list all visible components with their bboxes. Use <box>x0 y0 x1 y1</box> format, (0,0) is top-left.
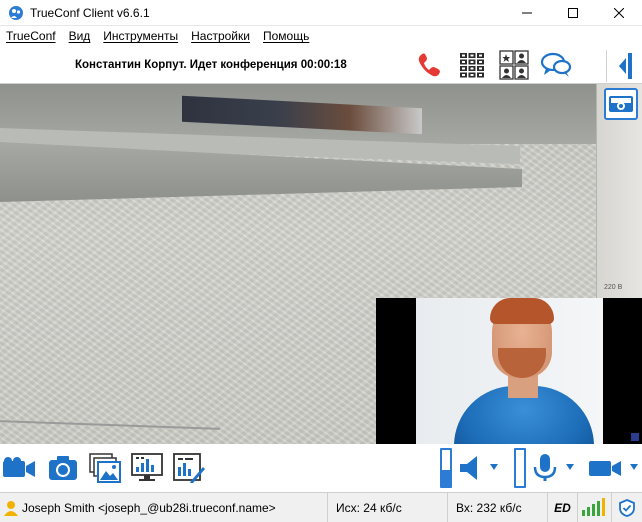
user-icon <box>4 500 18 516</box>
remote-video: 220 В <box>0 84 642 444</box>
chat-icon <box>540 52 572 77</box>
minimize-icon <box>522 12 532 14</box>
signal-bar <box>587 507 590 516</box>
menu-settings[interactable]: Настройки <box>191 29 250 43</box>
maximize-button[interactable] <box>550 0 596 26</box>
camera-switch-button[interactable] <box>604 88 638 120</box>
speaker-dropdown-icon[interactable] <box>490 464 498 470</box>
signal-bar <box>582 510 585 516</box>
participants-button[interactable] <box>498 50 530 80</box>
participants-icon <box>499 50 529 80</box>
menu-help[interactable]: Помощь <box>263 29 309 43</box>
camera-dropdown-icon[interactable] <box>630 464 638 470</box>
speaker-volume-level <box>442 469 450 486</box>
signal-bar <box>592 504 595 516</box>
title-bar: TrueConf Client v6.6.1 <box>0 0 642 26</box>
status-outgoing-cell: Исх: 24 кб/с <box>328 493 448 522</box>
conference-status: Константин Корпут. Идет конференция 00:0… <box>75 59 347 71</box>
mic-volume-slider[interactable] <box>514 448 526 488</box>
close-button[interactable] <box>596 0 642 26</box>
speaker-volume-slider[interactable] <box>440 448 452 488</box>
self-view-video <box>416 298 603 444</box>
self-view-resize-handle[interactable] <box>631 433 639 441</box>
status-user-cell: Joseph Smith <joseph_@ub28i.trueconf.nam… <box>0 493 328 522</box>
screen-share-icon <box>131 453 163 481</box>
camera-select-button[interactable] <box>588 452 622 484</box>
menu-bar: TrueConf Вид Инструменты Настройки Помощ… <box>0 26 642 46</box>
media-controls <box>0 444 642 492</box>
shield-icon <box>619 498 635 517</box>
camera-switch-icon <box>609 96 633 112</box>
maximize-icon <box>568 8 578 18</box>
status-outgoing-bitrate: Исх: 24 кб/с <box>336 500 402 515</box>
menu-tools[interactable]: Инструменты <box>103 29 178 43</box>
status-security-cell[interactable] <box>612 493 642 522</box>
status-quality: ED <box>554 500 571 515</box>
snapshot-button[interactable] <box>46 452 80 484</box>
hangup-button[interactable] <box>414 50 446 80</box>
camera-select-icon <box>589 461 621 476</box>
whiteboard-icon <box>173 453 205 483</box>
camera-toggle-button[interactable] <box>2 452 36 484</box>
status-incoming-cell: Вх: 232 кб/с <box>448 493 548 522</box>
menu-trueconf[interactable]: TrueConf <box>6 29 56 43</box>
hangup-phone-icon <box>418 53 440 77</box>
signal-strength-icon <box>582 493 608 522</box>
dialpad-button[interactable] <box>456 50 488 80</box>
slideshow-icon <box>89 453 121 483</box>
collapse-panel-icon <box>618 53 632 79</box>
minimize-button[interactable] <box>504 0 550 26</box>
status-bar: Joseph Smith <joseph_@ub28i.trueconf.nam… <box>0 492 642 522</box>
screen-share-button[interactable] <box>130 452 164 484</box>
self-view[interactable] <box>376 298 642 444</box>
whiteboard-button[interactable] <box>172 452 206 484</box>
trueconf-logo-icon <box>9 5 23 20</box>
dialpad-icon <box>460 53 484 78</box>
slideshow-button[interactable] <box>88 452 122 484</box>
status-incoming-bitrate: Вх: 232 кб/с <box>456 500 522 515</box>
speaker-button[interactable] <box>454 452 488 484</box>
person-hair <box>490 298 554 324</box>
socket-label: 220 В <box>604 284 623 291</box>
signal-bar <box>602 498 605 516</box>
collapse-panel-button[interactable] <box>606 50 642 82</box>
microphone-icon <box>533 454 557 481</box>
microphone-button[interactable] <box>528 452 562 484</box>
menu-view[interactable]: Вид <box>69 29 91 43</box>
camera-icon <box>3 457 35 477</box>
conference-toolbar: Константин Корпут. Идет конференция 00:0… <box>0 46 642 84</box>
close-icon <box>614 8 624 18</box>
window-title: TrueConf Client v6.6.1 <box>30 5 150 20</box>
snapshot-icon <box>49 456 77 480</box>
speaker-icon <box>460 456 477 480</box>
status-quality-cell: ED <box>548 493 578 522</box>
microphone-dropdown-icon[interactable] <box>566 464 574 470</box>
chat-button[interactable] <box>540 50 572 80</box>
signal-bar <box>597 501 600 516</box>
status-user: Joseph Smith <joseph_@ub28i.trueconf.nam… <box>22 500 276 515</box>
status-signal-cell <box>578 493 612 522</box>
